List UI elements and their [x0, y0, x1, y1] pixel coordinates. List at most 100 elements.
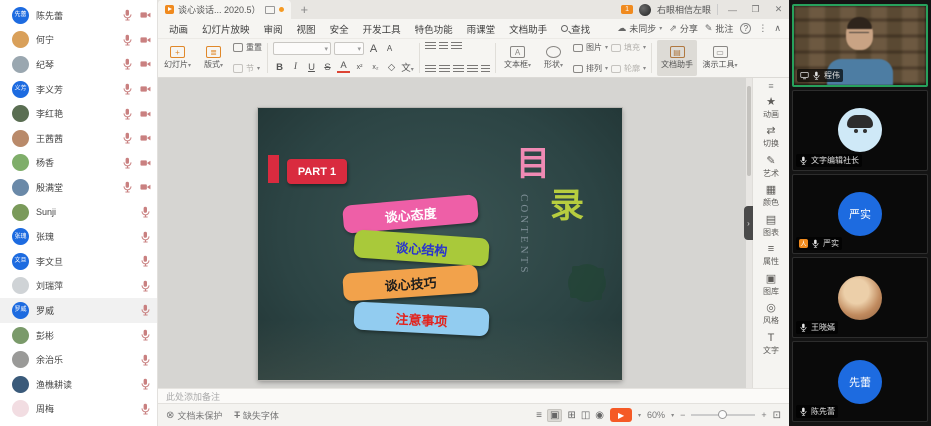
zoom-slider[interactable] — [691, 414, 755, 416]
restore-button[interactable]: ❐ — [747, 4, 764, 15]
strike-button[interactable]: S — [321, 62, 334, 73]
play-options-caret[interactable]: ▾ — [638, 412, 641, 419]
mic-muted-icon[interactable] — [140, 354, 151, 366]
mic-muted-icon[interactable] — [122, 34, 133, 46]
minimize-button[interactable]: — — [724, 5, 741, 15]
video-tile[interactable]: 严实 人 严实 — [792, 174, 928, 255]
align-center-icon[interactable] — [439, 65, 450, 74]
italic-button[interactable]: I — [289, 62, 302, 72]
sidebar-tool-button[interactable]: ✎ 艺术 — [753, 152, 789, 182]
section-button[interactable]: 节▾ — [233, 63, 262, 74]
video-tile[interactable]: 先蕾 陈先蕾 — [792, 341, 928, 422]
mic-muted-icon[interactable] — [140, 206, 151, 218]
participant-row[interactable]: 杨香 — [0, 151, 157, 176]
camera-muted-icon[interactable] — [140, 9, 151, 21]
new-tab-button[interactable]: + — [291, 2, 319, 17]
toc-banner[interactable]: 注意事项 — [353, 301, 489, 336]
panel-collapse-handle[interactable]: › — [744, 206, 753, 240]
view-mode-icon[interactable]: ◉ — [595, 410, 604, 421]
part-label[interactable]: PART 1 — [287, 159, 347, 184]
camera-muted-icon[interactable] — [140, 181, 151, 193]
sidebar-tool-button[interactable]: ◎ 风格 — [753, 300, 789, 330]
layout-button[interactable]: ≣ 版式▾ — [197, 40, 230, 76]
camera-muted-icon[interactable] — [140, 108, 151, 120]
mic-muted-icon[interactable] — [140, 378, 151, 390]
participant-row[interactable]: 罗威 罗威 — [0, 298, 157, 323]
mic-muted-icon[interactable] — [140, 255, 151, 267]
mic-muted-icon[interactable] — [122, 9, 133, 21]
underline-button[interactable]: U — [305, 62, 318, 73]
new-slide-button[interactable]: + 幻灯片▾ — [161, 40, 194, 76]
participant-row[interactable]: 李红艳 — [0, 101, 157, 126]
camera-muted-icon[interactable] — [140, 58, 151, 70]
participant-row[interactable]: 何宁 — [0, 28, 157, 53]
notification-badge[interactable]: 1 — [621, 5, 633, 14]
bold-button[interactable]: B — [273, 62, 286, 73]
ribbon-tab[interactable]: 雨课堂 — [460, 22, 503, 36]
panel-menu-icon[interactable]: ≡ — [768, 81, 773, 91]
ribbon-tab[interactable]: 幻灯片放映 — [195, 22, 257, 36]
participant-row[interactable]: 余治乐 — [0, 347, 157, 372]
subscript-button[interactable]: x₂ — [369, 64, 382, 71]
mic-muted-icon[interactable] — [140, 329, 151, 341]
mic-muted-icon[interactable] — [140, 304, 151, 316]
share-button[interactable]: ⇗ 分享 — [669, 22, 698, 35]
slideshow-play-button[interactable]: ▶ — [610, 408, 632, 422]
participant-row[interactable]: 刘瑞萍 — [0, 274, 157, 299]
document-tab[interactable]: 谈心谈话... 2020.5） — [158, 0, 291, 19]
mic-muted-icon[interactable] — [122, 157, 133, 169]
find-button[interactable]: 查找 — [554, 22, 597, 36]
view-mode-icon[interactable]: ◫ — [581, 410, 590, 421]
account-name[interactable]: 右眼相信左眼 — [657, 3, 711, 16]
zoom-in-button[interactable]: + — [761, 410, 766, 420]
textbox-button[interactable]: A 文本框▾ — [501, 40, 534, 76]
ribbon-tab[interactable]: 安全 — [323, 22, 356, 36]
toc-banner[interactable]: 谈心态度 — [342, 194, 479, 234]
clear-format-button[interactable]: ◇ — [385, 62, 398, 73]
camera-muted-icon[interactable] — [140, 83, 151, 95]
outline-button[interactable]: 轮廓▾ — [611, 63, 646, 74]
ribbon-tab[interactable]: 视图 — [290, 22, 323, 36]
grow-font-button[interactable]: A — [367, 43, 380, 55]
more-menu-button[interactable]: ⋮ — [758, 23, 767, 34]
camera-muted-icon[interactable] — [140, 132, 151, 144]
participant-row[interactable]: 殷满堂 — [0, 175, 157, 200]
sidebar-tool-button[interactable]: ≡ 属性 — [753, 241, 789, 271]
present-tools-button[interactable]: ▭ 演示工具▾ — [700, 40, 740, 76]
sidebar-tool-button[interactable]: ⇄ 切换 — [753, 123, 789, 153]
sidebar-tool-button[interactable]: ★ 动画 — [753, 93, 789, 123]
outline-level-icon[interactable] — [451, 42, 462, 51]
ribbon-tab[interactable]: 文档助手 — [502, 22, 554, 36]
toc-banner[interactable]: 谈心技巧 — [342, 264, 479, 301]
participant-row[interactable]: 渔樵耕读 — [0, 372, 157, 397]
account-avatar[interactable] — [639, 4, 651, 16]
participant-row[interactable]: 纪琴 — [0, 52, 157, 77]
reset-button[interactable]: 重置 — [233, 42, 262, 53]
picture-button[interactable]: 图片▾ — [573, 42, 608, 53]
video-tile[interactable]: 文字编辑社长 — [792, 90, 928, 171]
font-size-select[interactable]: ▾ — [334, 42, 364, 55]
justify-icon[interactable] — [467, 65, 478, 74]
camera-muted-icon[interactable] — [140, 157, 151, 169]
participant-row[interactable]: Sunji — [0, 200, 157, 225]
mic-muted-icon[interactable] — [140, 280, 151, 292]
view-mode-icon[interactable]: ⊞ — [567, 410, 575, 421]
contents-subtitle[interactable]: CONTENTS — [518, 194, 530, 275]
participant-row[interactable]: 王茜茜 — [0, 126, 157, 151]
missing-font-status[interactable]: T缺失字体 — [234, 409, 279, 422]
mic-muted-icon[interactable] — [140, 231, 151, 243]
video-tile[interactable]: 程伟 — [792, 4, 928, 87]
notes-placeholder[interactable]: 此处添加备注 — [158, 388, 789, 403]
numbering-icon[interactable] — [439, 42, 448, 51]
align-right-icon[interactable] — [453, 65, 464, 74]
close-button[interactable]: ✕ — [770, 4, 787, 15]
help-button[interactable]: ? — [740, 23, 751, 34]
shrink-font-button[interactable]: A — [383, 44, 396, 53]
mic-muted-icon[interactable] — [122, 58, 133, 70]
zoom-out-button[interactable]: − — [680, 410, 685, 420]
view-mode-icon[interactable]: ≡ — [536, 410, 542, 421]
slide-canvas[interactable]: PART 1 目 录 CONTENTS 谈心态度谈心结构谈心技巧注意事项 — [158, 78, 752, 388]
participant-row[interactable]: 周梅 — [0, 397, 157, 422]
ribbon-tab[interactable]: 开发工具 — [356, 22, 408, 36]
sidebar-tool-button[interactable]: T 文字 — [753, 329, 789, 359]
